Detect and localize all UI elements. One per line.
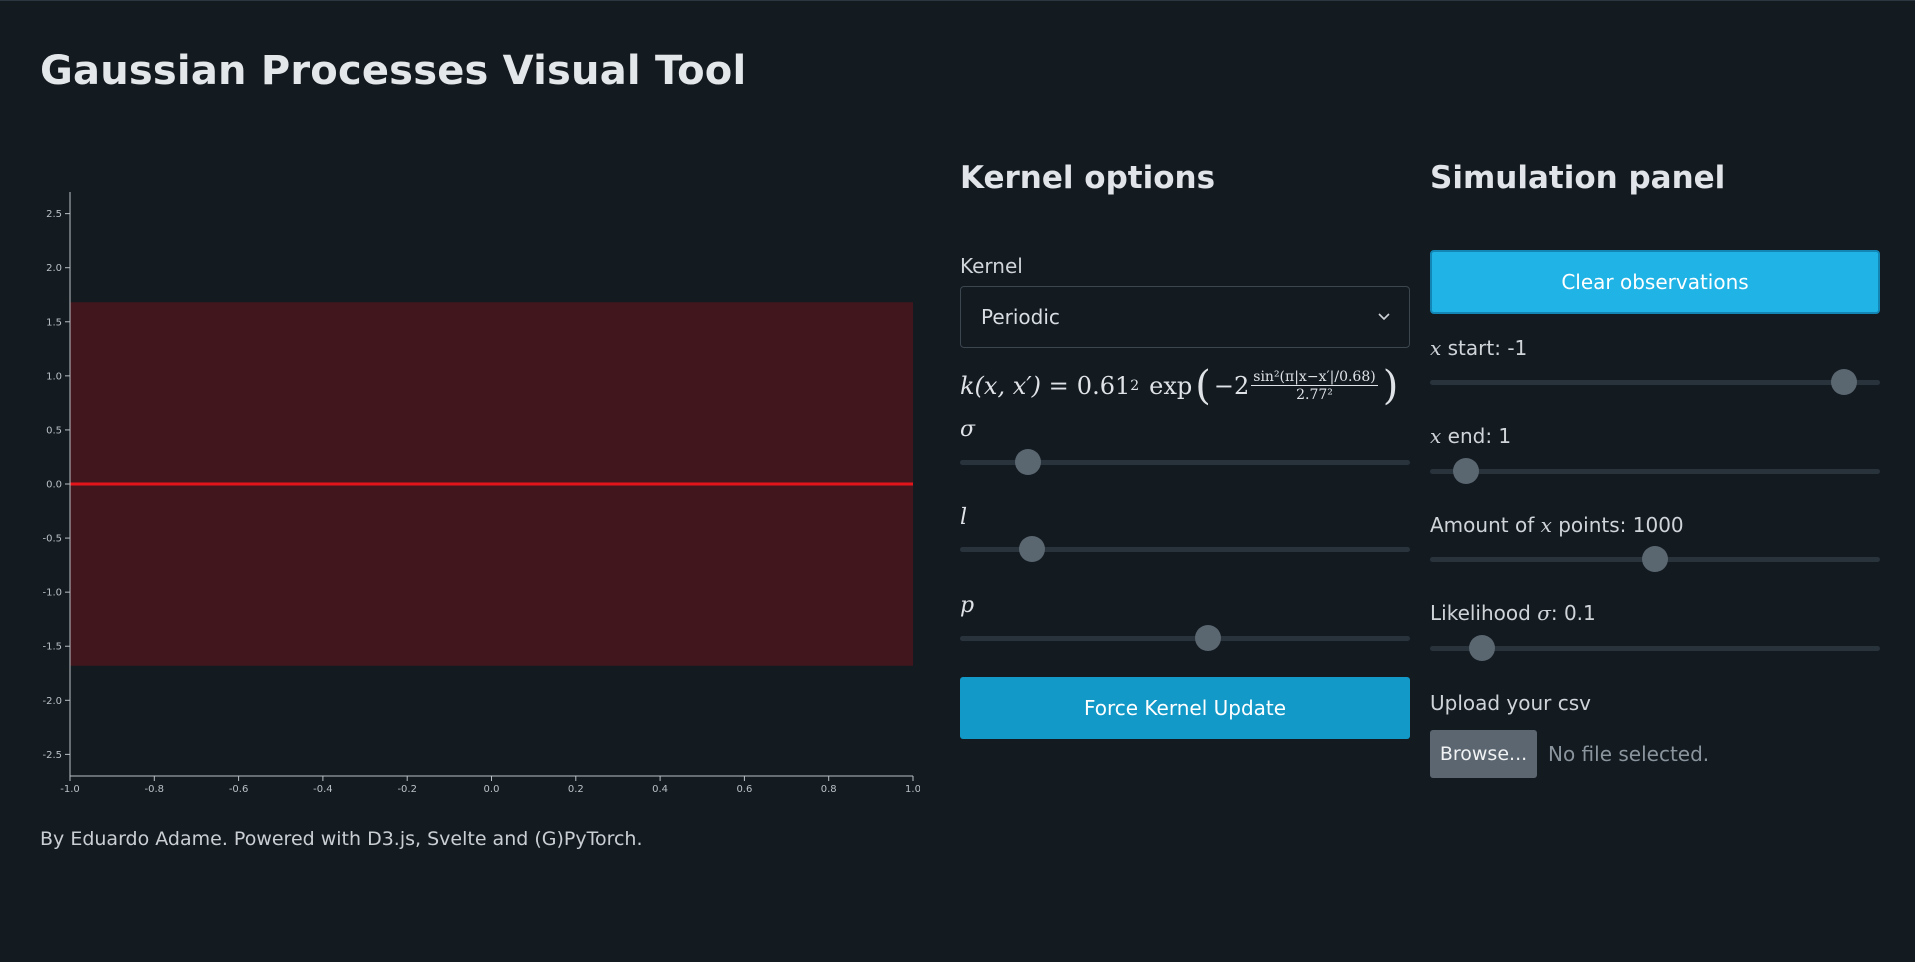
x-tick-label: 0.4: [652, 784, 668, 795]
y-tick-label: 2.5: [46, 209, 62, 220]
formula-coef: 0.61: [1076, 372, 1131, 400]
x-tick-label: -0.6: [229, 784, 249, 795]
file-status: No file selected.: [1548, 742, 1710, 766]
likelihood-prefix: Likelihood: [1430, 601, 1538, 625]
x-end-var: x: [1430, 424, 1442, 448]
formula-close-paren: ): [1382, 363, 1399, 409]
upload-csv-label: Upload your csv: [1430, 691, 1592, 715]
x-points-label: Amount of x points: 1000: [1430, 513, 1684, 537]
chevron-down-icon: [1378, 313, 1390, 321]
sigma-param-label: σ: [960, 417, 976, 442]
y-tick-label: -0.5: [42, 534, 62, 545]
simulation-panel-title: Simulation panel: [1430, 160, 1726, 196]
formula-denominator: 2.77²: [1296, 387, 1333, 403]
likelihood-text: : 0.1: [1550, 601, 1596, 625]
y-tick-label: -2.0: [42, 696, 62, 707]
formula-minus: −2: [1213, 372, 1250, 400]
lengthscale-slider[interactable]: [960, 534, 1410, 564]
gp-chart-svg[interactable]: 2.5 2.0 1.5 1.0 0.5 0.0 -0.5 -1.0 -1.5 -2.0 -2.5 -1…: [40, 180, 920, 800]
formula-fraction: sin²(π|x−x′|/0.68) 2.77²: [1251, 369, 1378, 403]
gp-chart[interactable]: 2.5 2.0 1.5 1.0 0.5 0.0 -0.5 -1.0 -1.5 -2.0 -2.5 -1…: [40, 180, 920, 800]
kernel-options-panel: Kernel options Kernel Periodic k(x, x′) …: [960, 160, 1410, 760]
x-start-var: x: [1430, 336, 1442, 360]
kernel-select[interactable]: Periodic: [960, 286, 1410, 348]
slider-thumb[interactable]: [1019, 536, 1045, 562]
y-tick-label: 2.0: [46, 263, 62, 274]
x-end-slider[interactable]: [1430, 456, 1880, 486]
likelihood-var: σ: [1537, 601, 1551, 625]
clear-observations-button[interactable]: Clear observations: [1430, 250, 1880, 314]
y-tick-label: -1.0: [42, 588, 62, 599]
slider-thumb[interactable]: [1014, 449, 1041, 475]
lengthscale-param-label: l: [960, 505, 968, 530]
x-tick-label: -0.8: [145, 784, 165, 795]
x-start-text: start: -1: [1441, 336, 1528, 360]
file-upload: Browse... No file selected.: [1430, 730, 1709, 778]
slider-track: [960, 636, 1410, 641]
period-slider[interactable]: [960, 623, 1410, 653]
period-param-label: p: [960, 593, 975, 618]
y-tick-label: -2.5: [42, 750, 62, 761]
x-tick-label: -1.0: [60, 784, 80, 795]
y-tick-label: 0.5: [46, 425, 62, 436]
page-title: Gaussian Processes Visual Tool: [40, 48, 747, 94]
x-tick-label: -0.4: [313, 784, 333, 795]
x-start-label: x start: -1: [1430, 336, 1527, 360]
slider-track: [1430, 380, 1880, 385]
x-tick-label: 1.0: [905, 784, 920, 795]
simulation-panel: Simulation panel Clear observations x st…: [1430, 160, 1880, 800]
kernel-select-label: Kernel: [960, 254, 1023, 278]
x-tick-label: 0.8: [821, 784, 837, 795]
sigma-slider[interactable]: [960, 447, 1410, 477]
x-end-text: end: 1: [1441, 424, 1512, 448]
likelihood-sigma-label: Likelihood σ: 0.1: [1430, 601, 1596, 625]
x-end-label: x end: 1: [1430, 424, 1511, 448]
formula-lhs: k(x, x′) =: [960, 372, 1069, 400]
x-tick-label: -0.2: [397, 784, 417, 795]
slider-track: [1430, 469, 1880, 474]
kernel-formula: k(x, x′) = 0.61 2 exp ( −2 sin²(π|x−x′|/0…: [960, 366, 1401, 406]
formula-exp: exp: [1149, 372, 1193, 400]
credits-footer: By Eduardo Adame. Powered with D3.js, Sv…: [40, 828, 643, 850]
kernel-options-title: Kernel options: [960, 160, 1216, 196]
slider-thumb[interactable]: [1642, 546, 1668, 572]
kernel-select-value: Periodic: [981, 305, 1060, 329]
x-points-slider[interactable]: [1430, 544, 1880, 574]
formula-open-paren: (: [1195, 363, 1211, 409]
x-start-slider[interactable]: [1430, 367, 1880, 397]
x-points-text: points: 1000: [1551, 513, 1684, 537]
y-tick-label: 1.0: [46, 371, 62, 382]
slider-thumb[interactable]: [1194, 625, 1221, 651]
y-tick-label: 0.0: [46, 480, 62, 491]
x-points-var: x: [1540, 513, 1552, 537]
top-border: [0, 0, 1915, 1]
x-tick-label: 0.0: [484, 784, 500, 795]
x-points-prefix: Amount of: [1430, 513, 1541, 537]
y-tick-label: 1.5: [46, 317, 62, 328]
slider-track: [1430, 646, 1880, 651]
formula-coef-sup: 2: [1130, 378, 1140, 394]
slider-thumb[interactable]: [1468, 635, 1495, 661]
browse-button[interactable]: Browse...: [1430, 730, 1537, 778]
x-tick-label: 0.6: [736, 784, 752, 795]
x-tick-label: 0.2: [568, 784, 584, 795]
likelihood-sigma-slider[interactable]: [1430, 633, 1880, 663]
slider-thumb[interactable]: [1831, 369, 1857, 395]
formula-numerator: sin²(π|x−x′|/0.68): [1251, 369, 1378, 386]
force-kernel-update-button[interactable]: Force Kernel Update: [960, 677, 1410, 739]
y-tick-label: -1.5: [42, 642, 62, 653]
slider-thumb[interactable]: [1453, 458, 1479, 484]
